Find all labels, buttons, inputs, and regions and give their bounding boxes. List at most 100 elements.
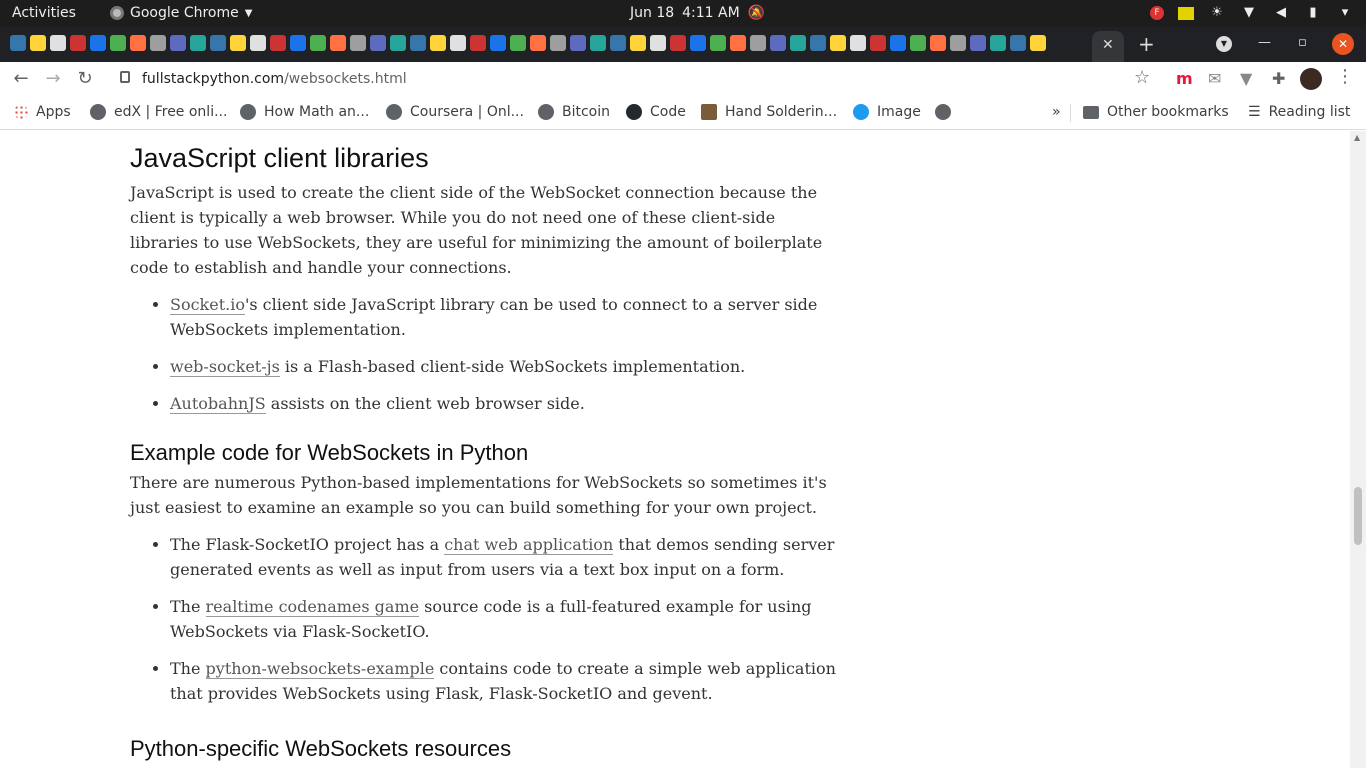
- tab-search-icon[interactable]: ▼: [1216, 36, 1232, 52]
- link[interactable]: web-socket-js: [170, 357, 280, 377]
- tab-favicon[interactable]: [790, 35, 806, 51]
- app-menu[interactable]: Google Chrome ▼: [110, 5, 252, 21]
- tab-favicon[interactable]: [1010, 35, 1026, 51]
- tab-favicon[interactable]: [770, 35, 786, 51]
- tab-favicon[interactable]: [470, 35, 486, 51]
- extension-mail-icon[interactable]: ✉: [1208, 69, 1221, 88]
- tab-favicon[interactable]: [110, 35, 126, 51]
- menu-kebab-icon[interactable]: ⋮: [1336, 66, 1354, 87]
- tab-favicon[interactable]: [750, 35, 766, 51]
- minimize-icon[interactable]: —: [1258, 35, 1271, 50]
- tab-favicon[interactable]: [830, 35, 846, 51]
- link[interactable]: python-websockets-example: [205, 659, 435, 679]
- scrollbar-thumb[interactable]: [1354, 487, 1362, 545]
- bookmark-item[interactable]: Coursera | Onl...: [386, 104, 524, 120]
- notes-icon[interactable]: [1178, 6, 1194, 20]
- system-tray[interactable]: F ☀ ▼ ◀ ▮ ▾: [1150, 4, 1354, 22]
- tab-favicon[interactable]: [30, 35, 46, 51]
- tab-favicon[interactable]: [550, 35, 566, 51]
- other-bookmarks[interactable]: Other bookmarks: [1083, 104, 1229, 120]
- tab-favicon[interactable]: [510, 35, 526, 51]
- tab-favicon[interactable]: [710, 35, 726, 51]
- tab-favicon[interactable]: [430, 35, 446, 51]
- tab-favicon[interactable]: [50, 35, 66, 51]
- back-icon[interactable]: ←: [10, 68, 32, 90]
- lock-icon[interactable]: [120, 71, 130, 83]
- tab-favicon[interactable]: [990, 35, 1006, 51]
- page-scrollbar[interactable]: ▲: [1350, 131, 1366, 768]
- reading-list[interactable]: ☰ Reading list: [1248, 104, 1350, 120]
- tab-favicon[interactable]: [650, 35, 666, 51]
- bookmark-item[interactable]: [935, 104, 951, 120]
- close-tab-icon[interactable]: ✕: [1102, 37, 1114, 53]
- pinned-tabs[interactable]: [10, 35, 1046, 51]
- reload-icon[interactable]: ↻: [74, 68, 96, 90]
- clock[interactable]: Jun 18 4:11 AM 🔕: [630, 5, 765, 21]
- tab-favicon[interactable]: [350, 35, 366, 51]
- tab-favicon[interactable]: [410, 35, 426, 51]
- tab-favicon[interactable]: [530, 35, 546, 51]
- extension-v-icon[interactable]: ▼: [1240, 69, 1252, 88]
- tab-favicon[interactable]: [390, 35, 406, 51]
- bookmark-item[interactable]: Bitcoin: [538, 104, 610, 120]
- extensions-puzzle-icon[interactable]: ✚: [1272, 69, 1285, 88]
- address-bar[interactable]: fullstackpython.com/websockets.html: [108, 65, 1168, 93]
- tab-favicon[interactable]: [570, 35, 586, 51]
- tab-favicon[interactable]: [10, 35, 26, 51]
- tab-favicon[interactable]: [910, 35, 926, 51]
- tab-favicon[interactable]: [590, 35, 606, 51]
- power-menu-icon[interactable]: ▾: [1336, 4, 1354, 22]
- tab-favicon[interactable]: [890, 35, 906, 51]
- tab-favicon[interactable]: [810, 35, 826, 51]
- bookmark-apps[interactable]: Apps: [14, 104, 71, 120]
- tab-favicon[interactable]: [630, 35, 646, 51]
- tab-favicon[interactable]: [930, 35, 946, 51]
- tab-favicon[interactable]: [210, 35, 226, 51]
- link[interactable]: AutobahnJS: [170, 394, 266, 414]
- tab-favicon[interactable]: [170, 35, 186, 51]
- url-text[interactable]: fullstackpython.com/websockets.html: [142, 71, 407, 87]
- tab-favicon[interactable]: [730, 35, 746, 51]
- restore-icon[interactable]: ▫: [1298, 35, 1307, 50]
- close-window-icon[interactable]: ✕: [1332, 33, 1354, 55]
- tab-favicon[interactable]: [230, 35, 246, 51]
- activities-button[interactable]: Activities: [12, 5, 76, 21]
- new-tab-button[interactable]: +: [1138, 32, 1155, 56]
- tab-favicon[interactable]: [690, 35, 706, 51]
- tab-favicon[interactable]: [310, 35, 326, 51]
- tab-favicon[interactable]: [610, 35, 626, 51]
- brightness-icon[interactable]: ☀: [1208, 4, 1226, 22]
- tab-favicon[interactable]: [250, 35, 266, 51]
- tab-favicon[interactable]: [290, 35, 306, 51]
- forward-icon[interactable]: →: [42, 68, 64, 90]
- bookmark-star-icon[interactable]: ☆: [1134, 67, 1150, 88]
- tab-favicon[interactable]: [970, 35, 986, 51]
- bookmark-item[interactable]: How Math an...: [240, 104, 369, 120]
- indicator-icon[interactable]: F: [1150, 6, 1164, 20]
- scroll-up-icon[interactable]: ▲: [1354, 133, 1360, 142]
- tab-favicon[interactable]: [950, 35, 966, 51]
- tab-favicon[interactable]: [330, 35, 346, 51]
- link[interactable]: realtime codenames game: [205, 597, 420, 617]
- profile-avatar[interactable]: [1300, 68, 1322, 90]
- tab-favicon[interactable]: [850, 35, 866, 51]
- active-tab[interactable]: ✕: [1092, 31, 1124, 62]
- tab-favicon[interactable]: [1030, 35, 1046, 51]
- tab-favicon[interactable]: [90, 35, 106, 51]
- tab-favicon[interactable]: [450, 35, 466, 51]
- tab-favicon[interactable]: [70, 35, 86, 51]
- link[interactable]: chat web application: [444, 535, 614, 555]
- tab-favicon[interactable]: [130, 35, 146, 51]
- battery-icon[interactable]: ▮: [1304, 4, 1322, 22]
- tab-favicon[interactable]: [190, 35, 206, 51]
- bookmarks-overflow-button[interactable]: »: [1052, 104, 1061, 120]
- wifi-icon[interactable]: ▼: [1240, 4, 1258, 22]
- bookmark-item[interactable]: Image: [853, 104, 921, 120]
- extension-m-icon[interactable]: m: [1176, 69, 1193, 88]
- tab-favicon[interactable]: [150, 35, 166, 51]
- tab-favicon[interactable]: [490, 35, 506, 51]
- volume-icon[interactable]: ◀: [1272, 4, 1290, 22]
- tab-favicon[interactable]: [370, 35, 386, 51]
- tab-favicon[interactable]: [670, 35, 686, 51]
- tab-favicon[interactable]: [270, 35, 286, 51]
